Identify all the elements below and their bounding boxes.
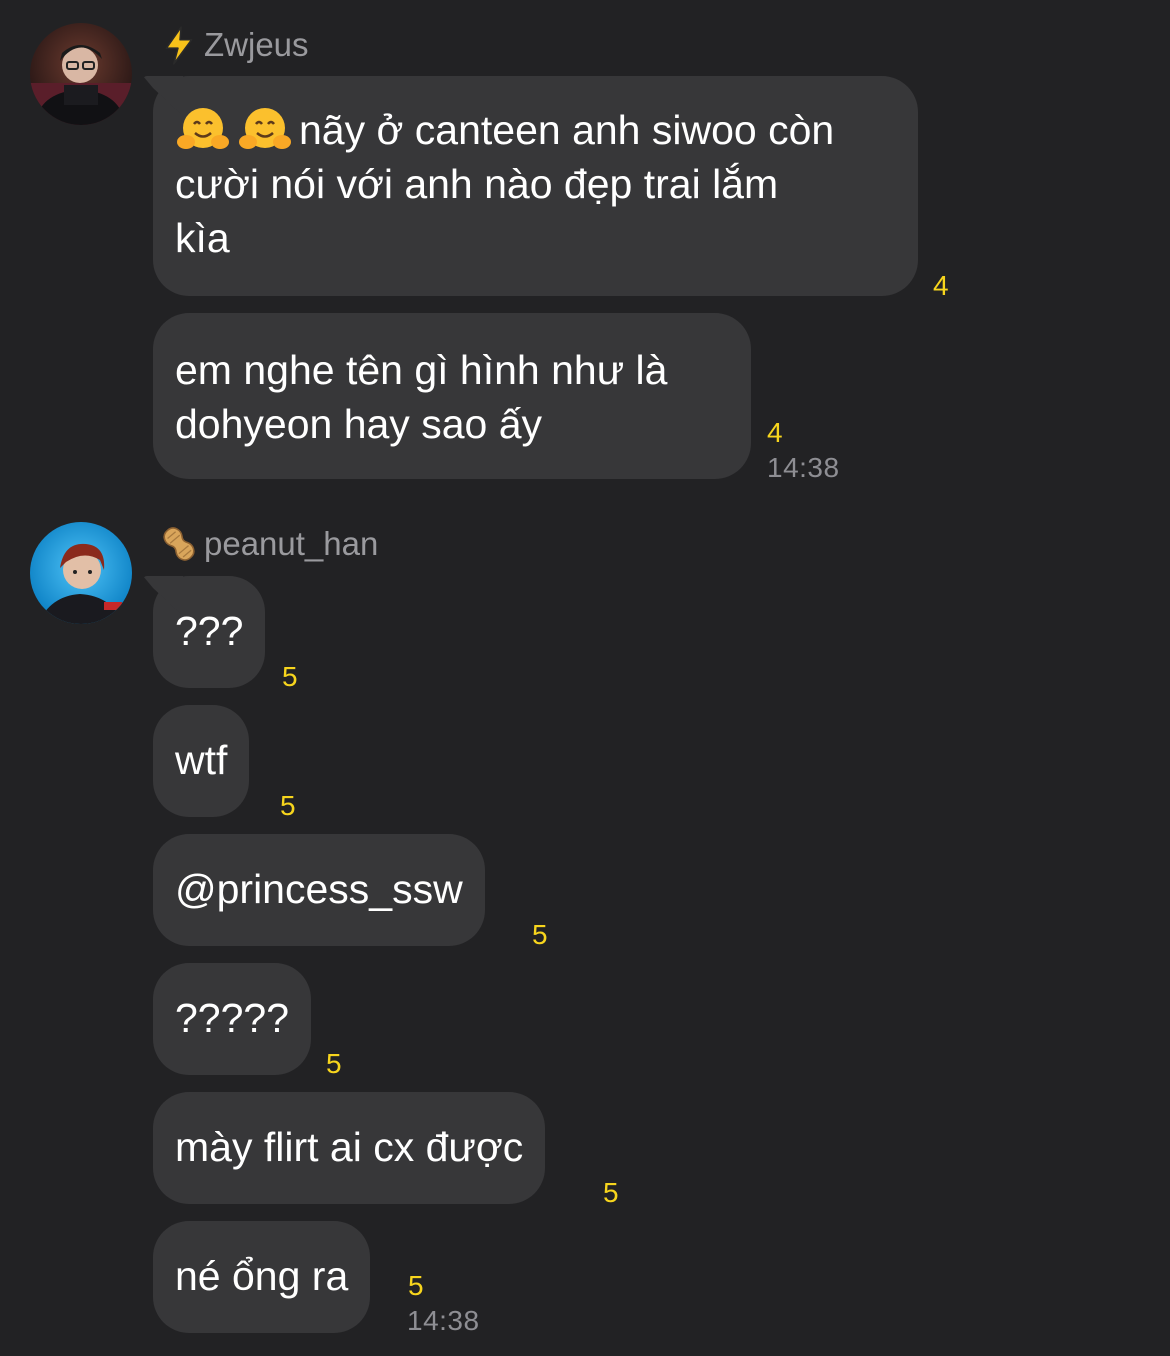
sender-label: peanut_han xyxy=(204,525,379,562)
message-text: ??? xyxy=(175,608,244,654)
message-timestamp: 14:38 xyxy=(407,1305,480,1336)
message-bubble[interactable]: @princess_ssw xyxy=(153,834,485,946)
reaction-count[interactable]: 5 xyxy=(280,790,296,822)
reaction-count[interactable]: 4 xyxy=(933,270,949,302)
message-text: ????? xyxy=(175,995,290,1041)
message-bubble[interactable]: ????? xyxy=(153,963,312,1075)
reaction-count[interactable]: 5 xyxy=(408,1270,424,1302)
reaction-count[interactable]: 5 xyxy=(326,1048,342,1080)
message-bubble[interactable]: wtf xyxy=(153,705,250,817)
message-text: cười nói với anh nào đẹp trai lắm xyxy=(175,161,779,207)
avatar-zwjeus[interactable] xyxy=(30,23,132,125)
message-bubble[interactable]: nãy ở canteen anh siwoo còn cười nói với… xyxy=(153,76,918,296)
message-timestamp: 14:38 xyxy=(767,452,840,483)
hugging-face-icon xyxy=(239,108,291,149)
peanut-icon xyxy=(163,527,195,561)
message-bubble[interactable]: mày flirt ai cx được xyxy=(153,1092,546,1204)
message-text: mày flirt ai cx được xyxy=(175,1124,524,1170)
sender-name-zwjeus[interactable]: Zwjeus xyxy=(158,24,309,66)
message-text: em nghe tên gì hình như là xyxy=(175,347,668,393)
message-bubble[interactable]: ??? xyxy=(153,576,266,688)
reaction-count[interactable]: 4 xyxy=(767,417,783,449)
reaction-count[interactable]: 5 xyxy=(532,919,548,951)
sender-name-peanut-han[interactable]: peanut_han xyxy=(158,523,378,565)
avatar-peanut-han[interactable] xyxy=(30,522,132,624)
message-text: @princess_ssw xyxy=(175,866,463,912)
message-bubble[interactable]: em nghe tên gì hình như là dohyeon hay s… xyxy=(153,313,751,479)
message-text: né ổng ra xyxy=(175,1253,349,1299)
message-text: dohyeon hay sao ấy xyxy=(175,401,542,447)
message-text: kìa xyxy=(175,215,230,261)
reaction-count[interactable]: 5 xyxy=(282,661,298,693)
message-text: wtf xyxy=(175,737,228,783)
hugging-face-icon xyxy=(177,108,229,149)
lightning-icon xyxy=(165,26,193,65)
message-bubble[interactable]: né ổng ra xyxy=(153,1221,371,1333)
message-text: nãy ở canteen anh siwoo còn xyxy=(299,107,835,153)
reaction-count[interactable]: 5 xyxy=(603,1177,619,1209)
message-line: nãy ở canteen anh siwoo còn xyxy=(175,103,896,157)
sender-label: Zwjeus xyxy=(204,26,309,63)
